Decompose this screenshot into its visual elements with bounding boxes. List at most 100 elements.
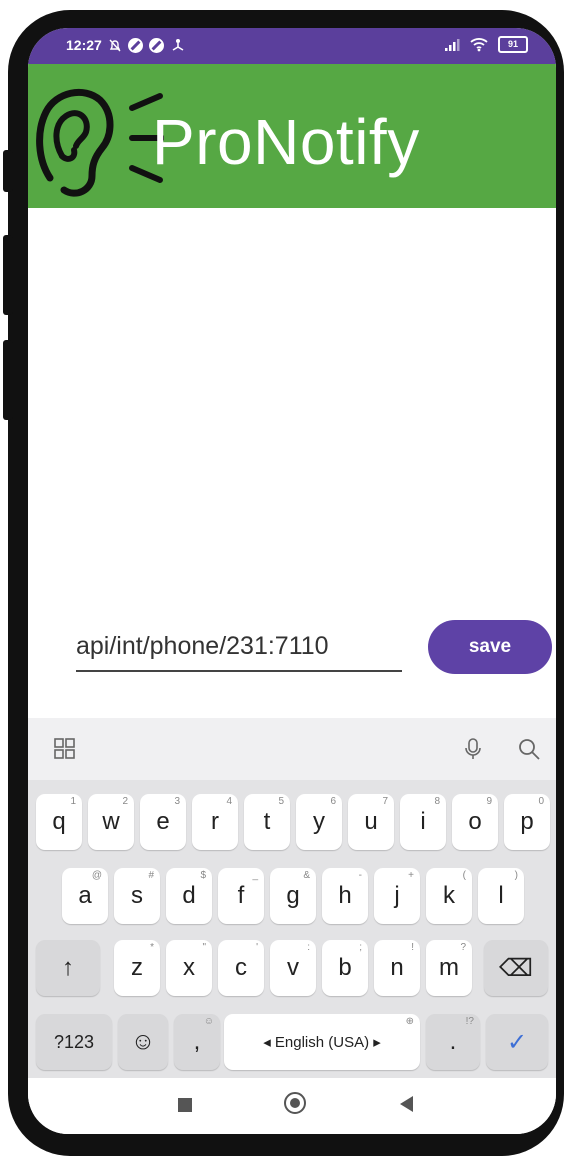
key-label: z: [131, 954, 143, 981]
key-z[interactable]: z *: [114, 940, 160, 996]
key-label: s: [131, 882, 143, 909]
key-s[interactable]: s #: [114, 868, 160, 924]
screen: 12:27 91 ProNotify save: [28, 28, 556, 1134]
key-label: u: [364, 808, 378, 835]
key-label: o: [468, 808, 482, 835]
key-w[interactable]: w2: [88, 794, 134, 850]
signal-icon: [445, 38, 460, 51]
key-o[interactable]: o9: [452, 794, 498, 850]
key-label: x: [183, 954, 195, 981]
key-hint: 2: [122, 796, 128, 807]
key-t[interactable]: t5: [244, 794, 290, 850]
status-time: 12:27: [66, 37, 102, 53]
status-bar: 12:27 91: [28, 28, 556, 64]
comma-key[interactable]: , ☺: [174, 1014, 220, 1070]
key-u[interactable]: u7: [348, 794, 394, 850]
search-icon[interactable]: [516, 736, 542, 762]
key-e[interactable]: e3: [140, 794, 186, 850]
globe-icon: ⊕: [405, 1016, 414, 1027]
side-button: [3, 340, 13, 420]
key-label: t: [263, 808, 271, 835]
key-label: c: [235, 954, 247, 981]
period-label: .: [449, 1028, 457, 1055]
symbols-key[interactable]: ?123: [36, 1014, 112, 1070]
key-d[interactable]: d $: [166, 868, 212, 924]
microphone-icon[interactable]: [460, 736, 486, 762]
emoji-key[interactable]: ☺: [118, 1014, 168, 1070]
key-q[interactable]: q1: [36, 794, 82, 850]
key-hint: $: [200, 870, 206, 881]
side-button: [3, 150, 13, 192]
key-label: g: [286, 882, 300, 909]
key-c[interactable]: c ': [218, 940, 264, 996]
key-hint: #: [148, 870, 154, 881]
key-hint: ): [514, 870, 518, 881]
key-v[interactable]: v:: [270, 940, 316, 996]
key-label: d: [182, 882, 196, 909]
do-not-disturb-icon: [127, 37, 143, 53]
key-label: r: [211, 808, 219, 835]
key-hint: @: [91, 870, 102, 881]
key-label: k: [443, 882, 455, 909]
key-hint: 3: [174, 796, 180, 807]
key-hint: -: [358, 870, 362, 881]
battery-icon: 91: [498, 36, 528, 53]
key-hint: ;: [359, 942, 362, 953]
key-hint: (: [462, 870, 466, 881]
key-k[interactable]: k(: [426, 868, 472, 924]
app-title: ProNotify: [152, 106, 420, 178]
key-l[interactable]: l): [478, 868, 524, 924]
back-button[interactable]: [400, 1096, 413, 1112]
key-hint: *: [150, 942, 154, 953]
home-button[interactable]: [284, 1092, 306, 1114]
key-label: h: [338, 882, 352, 909]
keyboard: q1w2e3r4t5y6u7i8o9p0 a @ s # d $ f _ g & h - j + k(l) …: [28, 718, 556, 1078]
key-m[interactable]: m?: [426, 940, 472, 996]
alarm-off-icon: [109, 39, 121, 52]
key-p[interactable]: p0: [504, 794, 550, 850]
key-g[interactable]: g &: [270, 868, 316, 924]
key-a[interactable]: a @: [62, 868, 108, 924]
key-j[interactable]: j +: [374, 868, 420, 924]
save-button[interactable]: save: [428, 620, 552, 674]
key-label: n: [390, 954, 404, 981]
check-icon: ✓: [506, 1028, 528, 1056]
key-label: y: [313, 808, 325, 835]
key-hint: 6: [330, 796, 336, 807]
key-label: v: [287, 954, 299, 981]
key-label: a: [78, 882, 92, 909]
comma-hint: ☺: [203, 1016, 214, 1027]
shift-key[interactable]: ↑: [36, 940, 100, 996]
key-y[interactable]: y6: [296, 794, 342, 850]
key-label: b: [338, 954, 352, 981]
key-hint: +: [408, 870, 414, 881]
enter-key[interactable]: ✓: [486, 1014, 548, 1070]
url-input[interactable]: [76, 626, 402, 672]
usb-debug-icon: [172, 39, 184, 51]
recents-button[interactable]: [178, 1098, 192, 1112]
wifi-icon: [470, 38, 488, 52]
key-i[interactable]: i8: [400, 794, 446, 850]
key-hint: ?: [460, 942, 466, 953]
key-b[interactable]: b;: [322, 940, 368, 996]
key-f[interactable]: f _: [218, 868, 264, 924]
period-key[interactable]: . !?: [426, 1014, 480, 1070]
key-hint: 8: [434, 796, 440, 807]
ear-icon: [36, 88, 164, 197]
key-r[interactable]: r4: [192, 794, 238, 850]
space-key[interactable]: ◂ English (USA) ▸ ⊕: [224, 1014, 420, 1070]
key-h[interactable]: h-: [322, 868, 368, 924]
key-hint: ': [256, 942, 258, 953]
key-hint: :: [307, 942, 310, 953]
status-right: 91: [444, 36, 528, 53]
key-x[interactable]: x ": [166, 940, 212, 996]
comma-label: ,: [193, 1028, 201, 1055]
backspace-key[interactable]: ⌫: [484, 940, 548, 996]
key-hint: 0: [538, 796, 544, 807]
key-n[interactable]: n!: [374, 940, 420, 996]
key-label: m: [439, 954, 459, 981]
keyboard-toolbar: [28, 718, 556, 780]
grid-icon[interactable]: [52, 736, 78, 762]
key-hint: 7: [382, 796, 388, 807]
key-hint: !: [411, 942, 414, 953]
